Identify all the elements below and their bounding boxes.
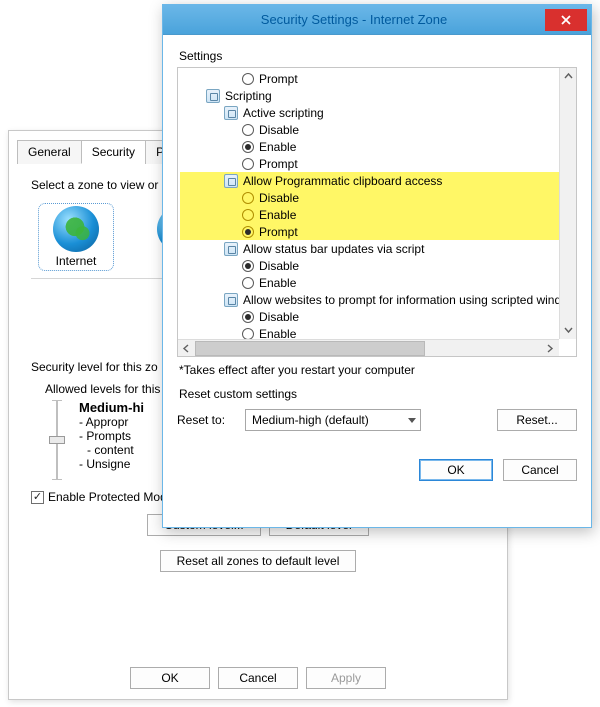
- chevron-down-icon: [564, 326, 573, 335]
- tree-option[interactable]: Disable: [180, 308, 576, 325]
- ok-button[interactable]: OK: [419, 459, 493, 481]
- setting-group-icon: [224, 106, 238, 120]
- title-bar[interactable]: Security Settings - Internet Zone: [163, 5, 591, 35]
- settings-tree-scroll[interactable]: Prompt Scripting Active scripting Disable En…: [178, 68, 576, 356]
- tree-label: Disable: [259, 123, 299, 137]
- radio-icon[interactable]: [242, 141, 254, 153]
- vertical-scrollbar[interactable]: [559, 68, 576, 339]
- tree-label: Disable: [259, 259, 299, 273]
- tree-label: Prompt: [259, 157, 298, 171]
- tree-label: Active scripting: [243, 106, 324, 120]
- zone-internet[interactable]: Internet: [41, 206, 111, 268]
- tree-option[interactable]: Prompt: [180, 155, 576, 172]
- globe-icon: [53, 206, 99, 252]
- setting-group-icon: [206, 89, 220, 103]
- tree-option[interactable]: Enable: [180, 206, 576, 223]
- tree-label: Allow websites to prompt for information…: [243, 293, 561, 307]
- zone-label: Internet: [41, 254, 111, 268]
- reset-section-label: Reset custom settings: [179, 387, 577, 401]
- radio-icon[interactable]: [242, 260, 254, 272]
- chevron-down-icon: [408, 418, 416, 423]
- settings-tree: Prompt Scripting Active scripting Disable En…: [177, 67, 577, 357]
- slider-level-label: Medium-hi: [79, 400, 144, 415]
- horizontal-scrollbar[interactable]: [178, 339, 559, 356]
- setting-group-icon: [224, 174, 238, 188]
- tree-label: Enable: [259, 140, 296, 154]
- radio-icon[interactable]: [242, 311, 254, 323]
- level-bullets: Appropr Prompts content Unsigne: [79, 415, 144, 471]
- tree-label: Prompt: [259, 225, 298, 239]
- cancel-button[interactable]: Cancel: [218, 667, 298, 689]
- close-icon: [560, 14, 572, 26]
- tree-option[interactable]: Disable: [180, 257, 576, 274]
- settings-group-label: Settings: [179, 49, 577, 63]
- close-button[interactable]: [545, 9, 587, 31]
- radio-icon[interactable]: [242, 328, 254, 340]
- scroll-up-button[interactable]: [560, 68, 576, 85]
- setting-group-icon: [224, 242, 238, 256]
- tab-general[interactable]: General: [17, 140, 82, 164]
- tree-label: Disable: [259, 191, 299, 205]
- reset-to-label: Reset to:: [177, 413, 237, 427]
- tree-option[interactable]: Prompt: [180, 70, 576, 87]
- tree-node: Scripting: [180, 87, 576, 104]
- reset-to-dropdown[interactable]: Medium-high (default): [245, 409, 421, 431]
- radio-icon[interactable]: [242, 226, 254, 238]
- scroll-left-button[interactable]: [178, 340, 195, 356]
- ok-button[interactable]: OK: [130, 667, 210, 689]
- tree-node: Allow websites to prompt for information…: [180, 291, 576, 308]
- tree-option[interactable]: Enable: [180, 274, 576, 291]
- tree-node: Allow Programmatic clipboard access: [180, 172, 576, 189]
- dialog-title: Security Settings - Internet Zone: [163, 12, 545, 27]
- tab-security[interactable]: Security: [81, 140, 146, 164]
- security-level-slider[interactable]: [49, 400, 65, 480]
- protected-mode-checkbox[interactable]: [31, 491, 44, 504]
- reset-all-zones-button[interactable]: Reset all zones to default level: [160, 550, 357, 572]
- apply-button[interactable]: Apply: [306, 667, 386, 689]
- radio-icon[interactable]: [242, 277, 254, 289]
- tree-label: Scripting: [225, 89, 272, 103]
- restart-note: *Takes effect after you restart your com…: [179, 363, 575, 377]
- security-settings-dialog: Security Settings - Internet Zone Settin…: [162, 4, 592, 528]
- chevron-right-icon: [546, 344, 555, 353]
- tree-label: Prompt: [259, 72, 298, 86]
- reset-to-value: Medium-high (default): [252, 413, 369, 427]
- radio-icon[interactable]: [242, 73, 254, 85]
- chevron-left-icon: [182, 344, 191, 353]
- radio-icon[interactable]: [242, 124, 254, 136]
- tree-option[interactable]: Enable: [180, 138, 576, 155]
- radio-icon[interactable]: [242, 158, 254, 170]
- radio-icon[interactable]: [242, 209, 254, 221]
- tree-node: Allow status bar updates via script: [180, 240, 576, 257]
- scroll-thumb[interactable]: [195, 341, 425, 356]
- radio-icon[interactable]: [242, 192, 254, 204]
- chevron-up-icon: [564, 72, 573, 81]
- tree-option[interactable]: Prompt: [180, 223, 576, 240]
- cancel-button[interactable]: Cancel: [503, 459, 577, 481]
- tree-label: Disable: [259, 310, 299, 324]
- tree-label: Allow Programmatic clipboard access: [243, 174, 442, 188]
- tree-label: Enable: [259, 208, 296, 222]
- tree-label: Enable: [259, 276, 296, 290]
- reset-button[interactable]: Reset...: [497, 409, 577, 431]
- tree-option[interactable]: Disable: [180, 189, 576, 206]
- scroll-right-button[interactable]: [542, 340, 559, 356]
- scroll-down-button[interactable]: [560, 322, 576, 339]
- setting-group-icon: [224, 293, 238, 307]
- dialog-buttons: OK Cancel Apply: [9, 667, 507, 689]
- tree-node: Active scripting: [180, 104, 576, 121]
- tree-label: Allow status bar updates via script: [243, 242, 424, 256]
- tree-option[interactable]: Disable: [180, 121, 576, 138]
